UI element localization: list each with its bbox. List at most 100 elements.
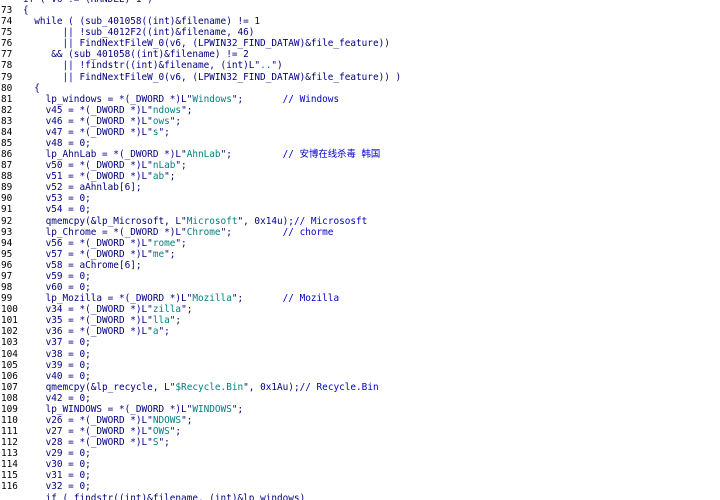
- line-number: 81: [1, 93, 13, 105]
- code-line[interactable]: 92 qmemcpy(&lp_Microsoft, L"Microsoft", …: [0, 216, 720, 227]
- code-text: && (sub_401058((int)&: [23, 49, 170, 61]
- code-line[interactable]: 93 lp_Chrome = *(_DWORD *)L"Chrome"; // …: [0, 227, 720, 238]
- line-number: 99: [1, 293, 13, 305]
- code-line[interactable]: 74 while ( (sub_401058((int)&filename) !…: [0, 16, 720, 27]
- code-line[interactable]: 86 lp_AhnLab = *(_DWORD *)L"AhnLab"; // …: [0, 149, 720, 160]
- code-text: v35 = *(_DWORD *)L": [23, 315, 153, 327]
- code-line[interactable]: 103 v37 = 0;: [0, 337, 720, 348]
- code-line[interactable]: 77 && (sub_401058((int)&filename) != 2: [0, 49, 720, 60]
- code-text: v38 = 0;: [23, 348, 91, 360]
- code-comment: // Recycle.Bin: [299, 381, 379, 393]
- line-number: 79: [1, 71, 13, 83]
- line-number: 110: [1, 414, 18, 426]
- code-text: ";: [169, 426, 182, 438]
- code-line[interactable]: 76 || FindNextFileW_0(v6, (LPWIN32_FIND_…: [0, 38, 720, 49]
- code-string: OWS: [152, 426, 170, 438]
- code-line[interactable]: 98 v60 = 0;: [0, 282, 720, 293]
- code-line[interactable]: 85 v48 = 0;: [0, 138, 720, 149]
- code-string: nLab: [152, 160, 176, 172]
- pseudocode-view[interactable]: if ( v6 != (HANDLE)-1 )73{74 while ( (su…: [0, 0, 720, 500]
- code-text: v34 = *(_DWORD *)L": [23, 304, 153, 316]
- code-line[interactable]: 113 v29 = 0;: [0, 448, 720, 459]
- code-line[interactable]: 80 {: [0, 83, 720, 94]
- code-string: Microsoft: [186, 215, 238, 227]
- code-line[interactable]: 87 v50 = *(_DWORD *)L"nLab";: [0, 160, 720, 171]
- code-text: ";: [231, 93, 283, 105]
- code-line[interactable]: 95 v57 = *(_DWORD *)L"me";: [0, 249, 720, 260]
- code-text: , (int)&lp_windows): [197, 492, 306, 500]
- code-line[interactable]: 73 {: [0, 5, 720, 16]
- code-text: v56 = *(_DWORD *)L": [23, 237, 153, 249]
- line-number: 113: [1, 448, 18, 460]
- code-line[interactable]: 90 v53 = 0;: [0, 193, 720, 204]
- code-line[interactable]: 107 qmemcpy(&lp_recycle, L"$Recycle.Bin"…: [0, 382, 720, 393]
- code-text: lp_AhnLab = *(_DWORD *)L": [23, 149, 187, 161]
- line-number: 80: [1, 82, 13, 94]
- code-text: {: [23, 5, 29, 17]
- code-line[interactable]: 91 v54 = 0;: [0, 204, 720, 215]
- line-number: 105: [1, 359, 18, 371]
- line-number: 107: [1, 381, 18, 393]
- code-line[interactable]: 104 v38 = 0;: [0, 349, 720, 360]
- code-text: file_feature: [310, 38, 379, 50]
- code-line[interactable]: 101 v35 = *(_DWORD *)L"lla";: [0, 315, 720, 326]
- code-line[interactable]: 99 lp_Mozilla = *(_DWORD *)L"Mozilla"; /…: [0, 293, 720, 304]
- code-text: {: [23, 82, 40, 94]
- code-line[interactable]: 81 lp_windows = *(_DWORD *)L"Windows"; /…: [0, 94, 720, 105]
- code-text: v32 = 0;: [23, 481, 91, 493]
- line-number: 76: [1, 38, 13, 50]
- line-number: 112: [1, 437, 18, 449]
- code-line[interactable]: 106 v40 = 0;: [0, 371, 720, 382]
- code-line[interactable]: 78 || !findstr((int)&filename, (int)L"..…: [0, 60, 720, 71]
- code-string: $Recycle.Bin: [175, 381, 244, 393]
- code-line[interactable]: 102 v36 = *(_DWORD *)L"a";: [0, 326, 720, 337]
- code-line[interactable]: 75 || !sub_4012F2((int)&filename, 46): [0, 27, 720, 38]
- code-line[interactable]: 115 v31 = 0;: [0, 470, 720, 481]
- code-line[interactable]: 112 v28 = *(_DWORD *)L"S";: [0, 437, 720, 448]
- code-line[interactable]: 89 v52 = aAhnlab[6];: [0, 182, 720, 193]
- code-line[interactable]: 110 v26 = *(_DWORD *)L"NDOWS";: [0, 415, 720, 426]
- code-comment: // chorme: [282, 226, 334, 238]
- code-text: || FindNextFileW_0(v6, (LPWIN32_FIND_DAT…: [23, 38, 311, 50]
- line-number: 88: [1, 171, 13, 183]
- code-text: ";: [158, 126, 170, 138]
- code-line[interactable]: 96 v58 = aChrome[6];: [0, 260, 720, 271]
- code-string: lla: [152, 315, 170, 327]
- code-line[interactable]: if ( findstr((int)&filename, (int)&lp_wi…: [0, 493, 720, 500]
- code-string: Chrome: [186, 226, 221, 238]
- code-text: v36 = *(_DWORD *)L": [23, 326, 153, 338]
- line-number: 102: [1, 326, 18, 338]
- code-line[interactable]: 97 v59 = 0;: [0, 271, 720, 282]
- code-line[interactable]: 84 v47 = *(_DWORD *)L"s";: [0, 127, 720, 138]
- code-text: v54 = 0;: [23, 204, 91, 216]
- code-string: Windows: [192, 93, 232, 105]
- line-number: 96: [1, 259, 13, 271]
- line-number: 106: [1, 370, 18, 382]
- code-line[interactable]: 94 v56 = *(_DWORD *)L"rome";: [0, 238, 720, 249]
- code-text: v31 = 0;: [23, 470, 91, 482]
- code-line[interactable]: 116 v32 = 0;: [0, 481, 720, 492]
- code-text: v58 = aChrome[6];: [23, 259, 142, 271]
- code-line[interactable]: 105 v39 = 0;: [0, 360, 720, 371]
- code-line[interactable]: 114 v30 = 0;: [0, 459, 720, 470]
- code-line[interactable]: 100 v34 = *(_DWORD *)L"zilla";: [0, 304, 720, 315]
- code-line[interactable]: 88 v51 = *(_DWORD *)L"ab";: [0, 171, 720, 182]
- line-number: 84: [1, 126, 13, 138]
- line-number: 108: [1, 392, 18, 404]
- code-text: v50 = *(_DWORD *)L": [23, 160, 153, 172]
- code-text: v30 = 0;: [23, 459, 91, 471]
- code-line[interactable]: 109 lp_WINDOWS = *(_DWORD *)L"WINDOWS";: [0, 404, 720, 415]
- code-text: || FindNextFileW_0(v6, (LPWIN32_FIND_DAT…: [23, 71, 311, 83]
- code-line[interactable]: 79 || FindNextFileW_0(v6, (LPWIN32_FIND_…: [0, 72, 720, 83]
- code-line[interactable]: 111 v27 = *(_DWORD *)L"OWS";: [0, 426, 720, 437]
- code-string: ndows: [152, 104, 182, 116]
- code-line[interactable]: 82 v45 = *(_DWORD *)L"ndows";: [0, 105, 720, 116]
- code-string: Mozilla: [192, 293, 232, 305]
- line-number: 109: [1, 403, 18, 415]
- code-line[interactable]: 83 v46 = *(_DWORD *)L"ows";: [0, 116, 720, 127]
- code-text: qmemcpy(&lp_Microsoft, L": [23, 215, 187, 227]
- line-number: 114: [1, 459, 18, 471]
- code-text: v51 = *(_DWORD *)L": [23, 171, 153, 183]
- code-line[interactable]: 108 v42 = 0;: [0, 393, 720, 404]
- code-text: ", 0x14u);: [237, 215, 294, 227]
